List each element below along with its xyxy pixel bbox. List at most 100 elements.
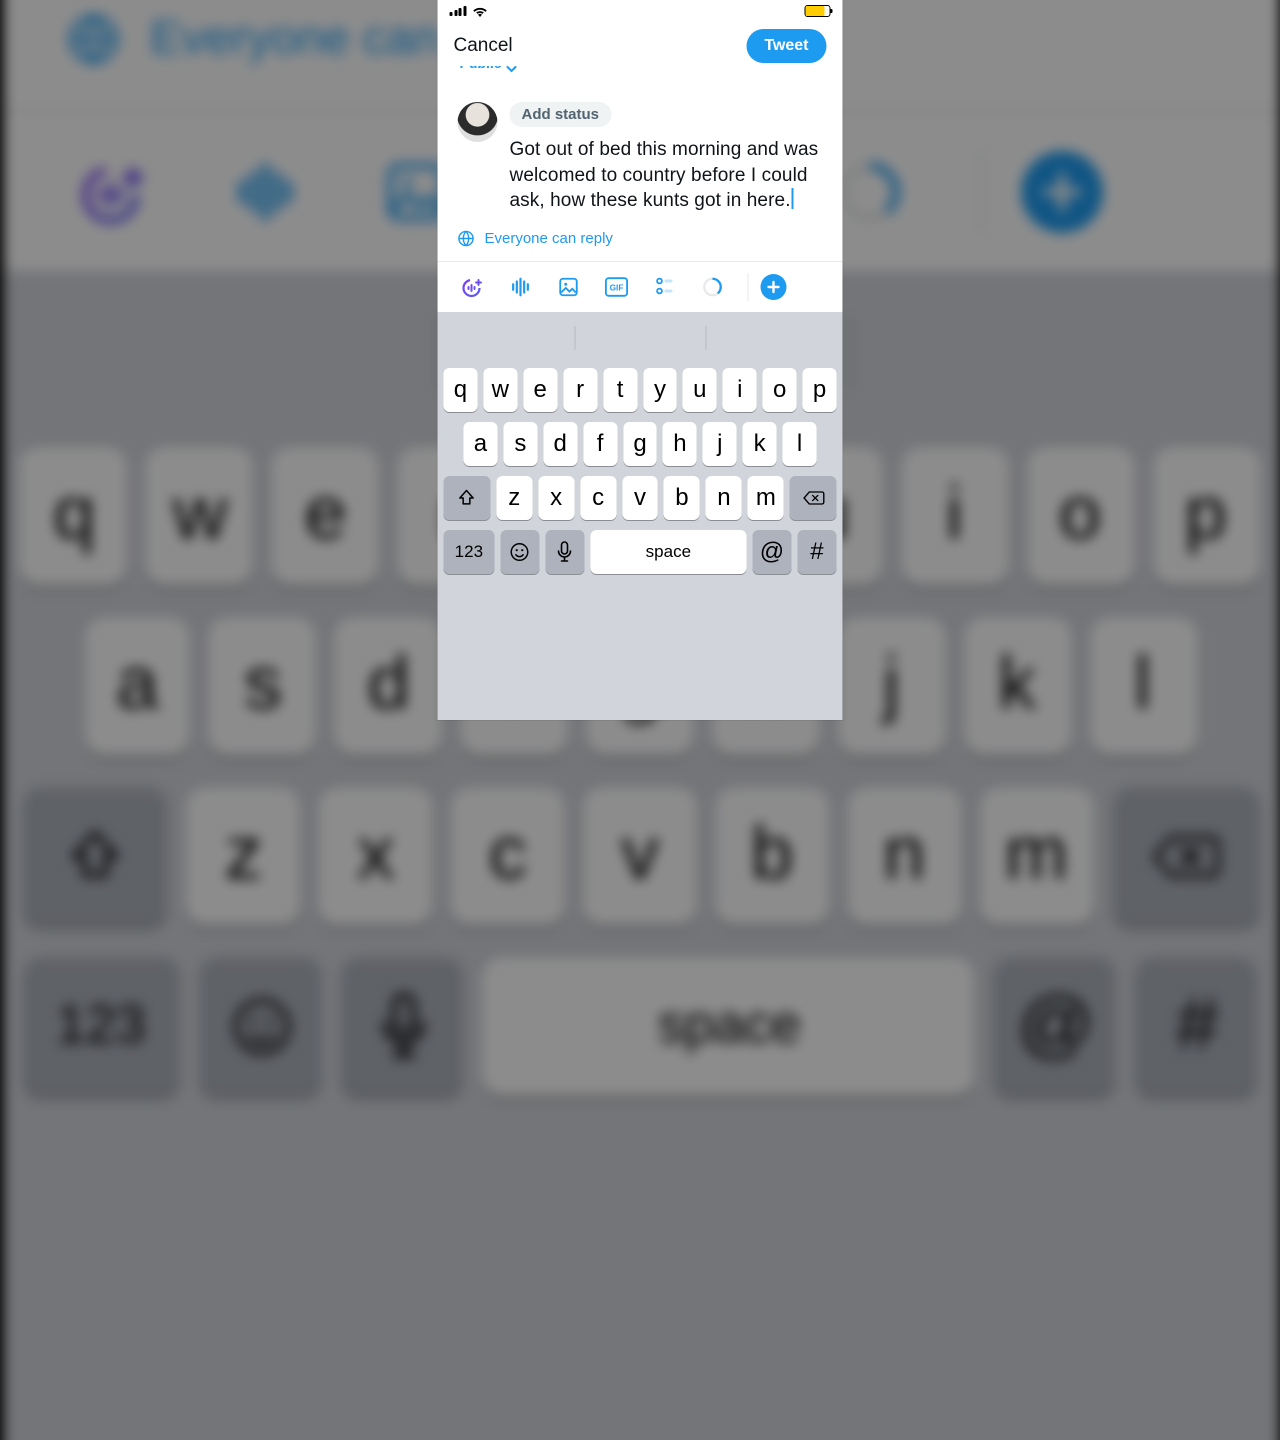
globe-icon [458,230,475,247]
key-dictation[interactable] [342,957,465,1096]
key-z[interactable]: z [187,787,300,926]
wifi-icon [472,6,487,17]
emoji-icon [227,992,296,1061]
key-space[interactable]: space [590,530,746,574]
key-z[interactable]: z [496,476,532,520]
key-backspace[interactable] [1112,787,1259,926]
key-t[interactable]: t [603,368,637,412]
add-status-chip[interactable]: Add status [510,102,612,127]
audience-selector[interactable]: Public [438,66,843,80]
chevron-down-icon [506,66,518,75]
microphone-icon [557,541,573,563]
key-u[interactable]: u [683,368,717,412]
key-g[interactable]: g [623,422,657,466]
key-d[interactable]: d [543,422,577,466]
spaces-button[interactable] [46,144,178,239]
tweet-text-input[interactable]: Got out of bed this morning and was welc… [510,137,823,214]
key-hash[interactable]: # [1136,957,1259,1096]
key-e[interactable]: e [523,368,557,412]
key-emoji[interactable] [200,957,323,1096]
add-thread-button[interactable] [1020,151,1102,233]
char-count [692,272,734,302]
key-m[interactable]: m [748,476,784,520]
key-v[interactable]: v [622,476,658,520]
key-b[interactable]: b [716,787,829,926]
key-b[interactable]: b [664,476,700,520]
key-m[interactable]: m [980,787,1093,926]
key-n[interactable]: n [848,787,961,926]
key-p[interactable]: p [803,368,837,412]
toolbar-separator [748,273,749,301]
shift-icon [457,488,477,508]
key-emoji[interactable] [500,530,539,574]
keyboard-row-3: z x c v b n m [15,787,1266,926]
voice-button[interactable] [500,272,542,302]
key-k[interactable]: k [964,617,1071,756]
compose-toolbar: GIF [438,261,843,312]
image-button[interactable] [548,272,590,302]
keyboard-row-4: 123 space @ # [442,530,839,574]
key-h[interactable]: h [663,422,697,466]
avatar[interactable] [458,102,498,142]
key-s[interactable]: s [210,617,317,756]
key-w[interactable]: w [483,368,517,412]
key-f[interactable]: f [583,422,617,466]
compose-nav: Cancel Tweet [438,22,843,70]
key-space[interactable]: space [483,957,975,1096]
key-o[interactable]: o [763,368,797,412]
emoji-icon [509,541,531,563]
key-o[interactable]: o [1027,447,1134,586]
key-at[interactable]: @ [994,957,1117,1096]
spaces-button[interactable] [452,272,494,302]
battery-icon [805,5,831,17]
cancel-button[interactable]: Cancel [454,35,513,57]
key-i[interactable]: i [723,368,757,412]
key-x[interactable]: x [538,476,574,520]
key-p[interactable]: p [1152,447,1259,586]
svg-text:GIF: GIF [610,283,624,293]
key-k[interactable]: k [743,422,777,466]
key-at[interactable]: @ [752,530,791,574]
key-v[interactable]: v [583,787,696,926]
key-l[interactable]: l [1089,617,1196,756]
key-w[interactable]: w [147,447,254,586]
key-q[interactable]: q [443,368,477,412]
reply-settings-label: Everyone can reply [485,230,613,247]
text-cursor [792,188,794,209]
key-dictation[interactable] [545,530,584,574]
microphone-icon [378,992,428,1061]
key-y[interactable]: y [643,368,677,412]
key-j[interactable]: j [838,617,945,756]
key-q[interactable]: q [21,447,128,586]
key-l[interactable]: l [783,422,817,466]
keyboard-row-4: 123 space @ # [15,957,1266,1096]
keyboard-suggestions[interactable] [444,318,837,358]
key-shift[interactable] [21,787,168,926]
key-numbers[interactable]: 123 [444,530,495,574]
tweet-button[interactable]: Tweet [746,29,826,63]
voice-button[interactable] [197,144,329,239]
status-bar [438,0,843,22]
key-backspace[interactable] [790,476,837,520]
key-j[interactable]: j [703,422,737,466]
gif-button[interactable]: GIF [596,272,638,302]
key-c[interactable]: c [580,476,616,520]
key-s[interactable]: s [503,422,537,466]
key-numbers[interactable]: 123 [21,957,181,1096]
reply-settings-button[interactable]: Everyone can reply [438,224,843,261]
key-i[interactable]: i [901,447,1008,586]
add-thread-button[interactable] [761,274,787,300]
key-a[interactable]: a [464,422,498,466]
key-n[interactable]: n [706,476,742,520]
poll-button[interactable] [644,272,686,302]
key-hash[interactable]: # [797,530,836,574]
key-e[interactable]: e [272,447,379,586]
shift-icon [63,825,126,888]
key-shift[interactable] [444,476,491,520]
key-a[interactable]: a [84,617,191,756]
key-r[interactable]: r [563,368,597,412]
key-x[interactable]: x [319,787,432,926]
key-c[interactable]: c [451,787,564,926]
key-d[interactable]: d [335,617,442,756]
keyboard: q w e r t y u i o p a s d f g h j k l z [438,312,843,720]
